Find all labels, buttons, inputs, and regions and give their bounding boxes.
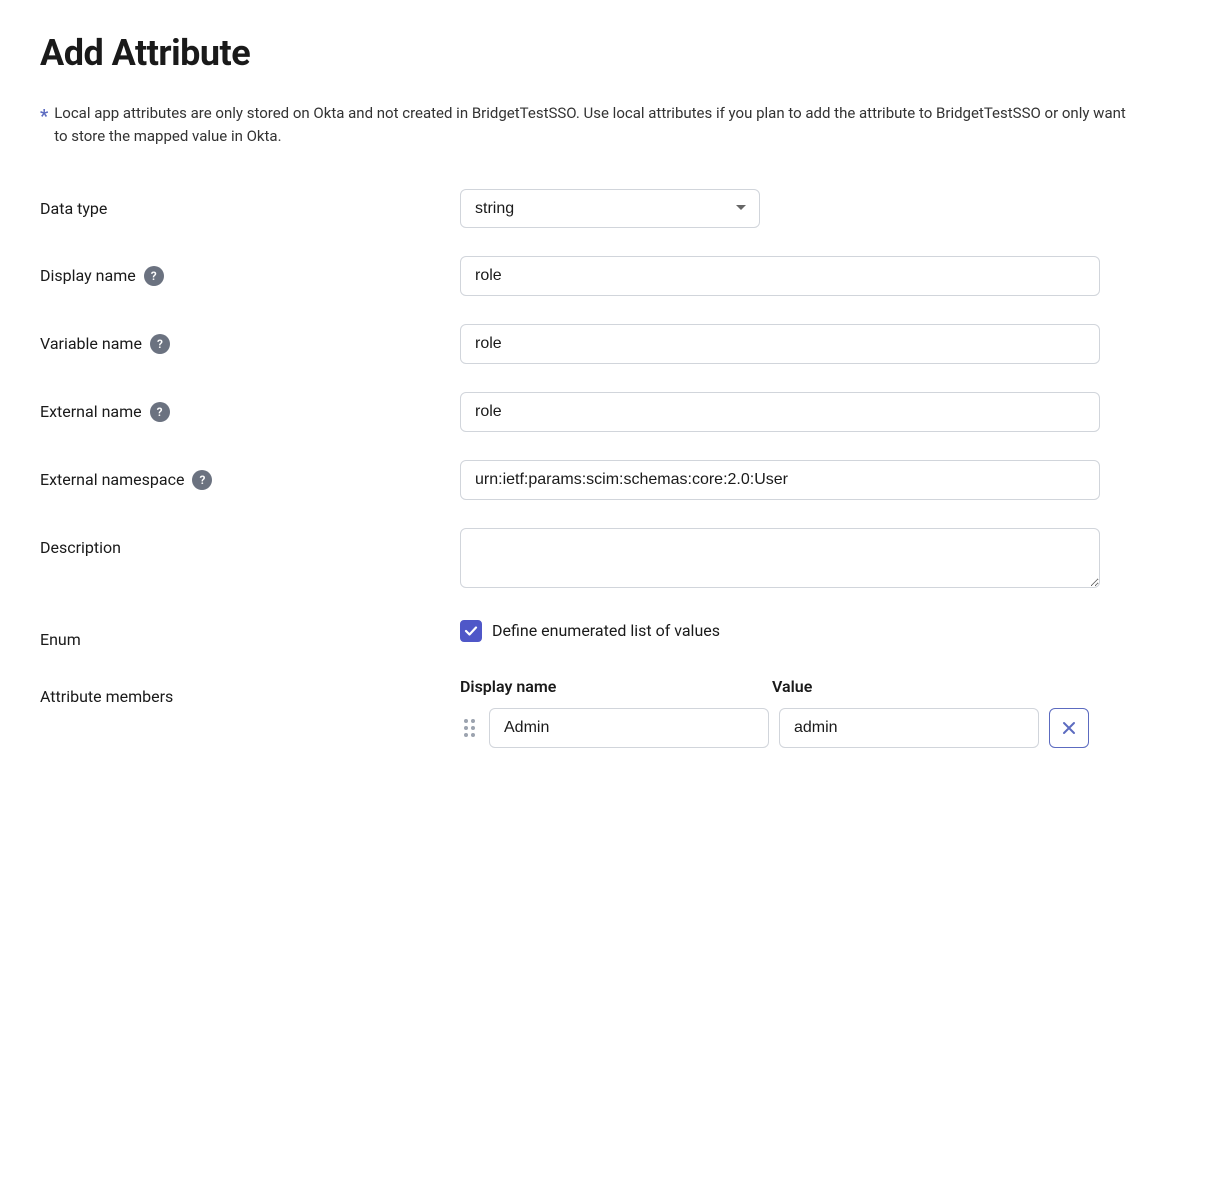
external-name-input[interactable] [460,392,1100,432]
page-title: Add Attribute [40,32,1166,74]
data-type-row: Data type string boolean integer number [40,189,1166,228]
display-name-label: Display name ? [40,256,460,286]
data-type-control: string boolean integer number [460,189,1100,228]
enum-label: Enum [40,620,460,649]
drag-dot [464,726,468,730]
external-name-label: External name ? [40,392,460,422]
col-header-display: Display name [460,677,740,696]
variable-name-control [460,324,1100,364]
attr-members-headers: Display name Value [460,677,1166,696]
external-namespace-input[interactable] [460,460,1100,500]
description-label: Description [40,528,460,557]
info-banner: * Local app attributes are only stored o… [40,102,1140,149]
data-type-select[interactable]: string boolean integer number [460,189,760,228]
enum-row: Enum Define enumerated list of values [40,620,1166,649]
attribute-members-control: Display name Value [460,677,1166,756]
display-name-help-icon[interactable]: ? [144,266,164,286]
enum-checkbox-label: Define enumerated list of values [492,621,720,640]
variable-name-input[interactable] [460,324,1100,364]
external-name-control [460,392,1100,432]
description-row: Description [40,528,1166,592]
display-name-input[interactable] [460,256,1100,296]
remove-member-button[interactable] [1049,708,1089,748]
member-display-name-input[interactable] [489,708,769,748]
attribute-member-row [460,708,1166,748]
external-name-help-icon[interactable]: ? [150,402,170,422]
external-namespace-row: External namespace ? [40,460,1166,500]
member-value-input[interactable] [779,708,1039,748]
info-asterisk: * [40,103,48,131]
variable-name-row: Variable name ? [40,324,1166,364]
description-input[interactable] [460,528,1100,588]
enum-checkbox[interactable] [460,620,482,642]
external-namespace-label: External namespace ? [40,460,460,490]
attribute-members-label: Attribute members [40,677,460,706]
drag-dot [471,719,475,723]
variable-name-label: Variable name ? [40,324,460,354]
drag-dot [464,733,468,737]
external-name-row: External name ? [40,392,1166,432]
external-namespace-help-icon[interactable]: ? [192,470,212,490]
drag-handle[interactable] [460,715,479,741]
col-header-value: Value [772,677,1032,696]
enum-control: Define enumerated list of values [460,620,1100,642]
external-namespace-control [460,460,1100,500]
display-name-control [460,256,1100,296]
variable-name-help-icon[interactable]: ? [150,334,170,354]
data-type-label: Data type [40,189,460,218]
drag-dot [464,719,468,723]
description-control [460,528,1100,592]
info-banner-text: Local app attributes are only stored on … [54,102,1140,149]
enum-checkbox-row: Define enumerated list of values [460,620,1100,642]
drag-dot [471,733,475,737]
attribute-members-row: Attribute members Display name Value [40,677,1166,756]
drag-dot [471,726,475,730]
display-name-row: Display name ? [40,256,1166,296]
